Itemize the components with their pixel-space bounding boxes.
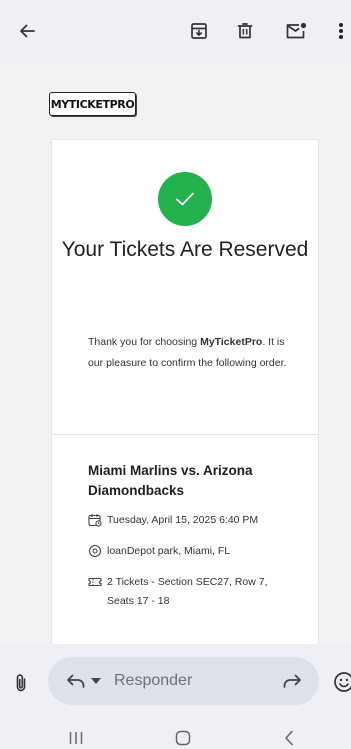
reply-mode-selector[interactable] bbox=[60, 669, 106, 693]
email-body: MYTICKETPRO Your Tickets Are Reserved Th… bbox=[0, 62, 351, 644]
recents-button[interactable] bbox=[63, 728, 89, 748]
delete-icon bbox=[237, 23, 253, 39]
event-venue: loanDepot park, Miami, FL bbox=[107, 545, 231, 557]
intro-brand: MyTicketPro bbox=[200, 336, 263, 348]
order-details: Miami Marlins vs. Arizona Diamondbacks T… bbox=[52, 435, 318, 644]
event-title: Miami Marlins vs. Arizona Diamondbacks bbox=[88, 463, 253, 498]
recents-icon bbox=[69, 732, 83, 744]
event-date-row: Tuesday, April 15, 2025 6:40 PM bbox=[88, 511, 288, 530]
emoji-icon bbox=[334, 672, 351, 692]
back-button[interactable] bbox=[14, 18, 40, 44]
success-check bbox=[158, 172, 212, 226]
location-pin-icon bbox=[88, 544, 102, 558]
paperclip-icon bbox=[16, 674, 26, 692]
event-venue-row: loanDepot park, Miami, FL bbox=[88, 542, 288, 561]
delete-button[interactable] bbox=[232, 18, 258, 44]
reply-arrow-icon bbox=[66, 674, 84, 688]
reply-bar: Responder bbox=[0, 644, 351, 720]
back-arrow-icon bbox=[20, 24, 35, 38]
ticket-icon bbox=[88, 577, 102, 587]
event-date: Tuesday, April 15, 2025 6:40 PM bbox=[107, 514, 259, 526]
event-tickets-row: 2 Tickets - Section SEC27, Row 7, Seats … bbox=[88, 573, 288, 611]
system-nav-bar bbox=[0, 720, 351, 749]
confirmation-heading: Your Tickets Are Reserved bbox=[61, 238, 309, 261]
reply-input[interactable]: Responder bbox=[48, 657, 319, 705]
forward-arrow-icon bbox=[283, 674, 301, 688]
intro-prefix: Thank you for choosing bbox=[88, 336, 201, 348]
mark-unread-button[interactable] bbox=[282, 18, 310, 44]
more-options-button[interactable] bbox=[331, 18, 351, 44]
logo-text: MYTICKETPRO bbox=[50, 97, 135, 111]
brand-logo: MYTICKETPRO bbox=[49, 92, 136, 116]
archive-icon bbox=[191, 23, 207, 39]
checkmark-icon bbox=[176, 192, 194, 206]
home-icon bbox=[175, 730, 191, 746]
ticket-details: 2 Tickets - Section SEC27, Row 7, Seats … bbox=[107, 576, 268, 607]
emoji-button[interactable] bbox=[331, 669, 351, 695]
attach-button[interactable] bbox=[8, 670, 34, 696]
forward-button[interactable] bbox=[278, 669, 306, 693]
home-button[interactable] bbox=[170, 728, 196, 748]
confirmation-section: Your Tickets Are Reserved Thank you for … bbox=[52, 140, 318, 434]
email-card: Your Tickets Are Reserved Thank you for … bbox=[51, 139, 319, 644]
intro-text: Thank you for choosing MyTicketPro. It i… bbox=[88, 332, 288, 374]
archive-button[interactable] bbox=[186, 18, 212, 44]
mark-unread-icon bbox=[286, 22, 307, 39]
more-vert-icon bbox=[339, 23, 343, 39]
dropdown-caret-icon bbox=[90, 678, 101, 684]
top-toolbar bbox=[0, 0, 351, 62]
system-back-button[interactable] bbox=[276, 728, 302, 748]
calendar-icon bbox=[88, 514, 102, 527]
reply-placeholder: Responder bbox=[114, 672, 193, 689]
system-back-icon bbox=[285, 730, 293, 746]
